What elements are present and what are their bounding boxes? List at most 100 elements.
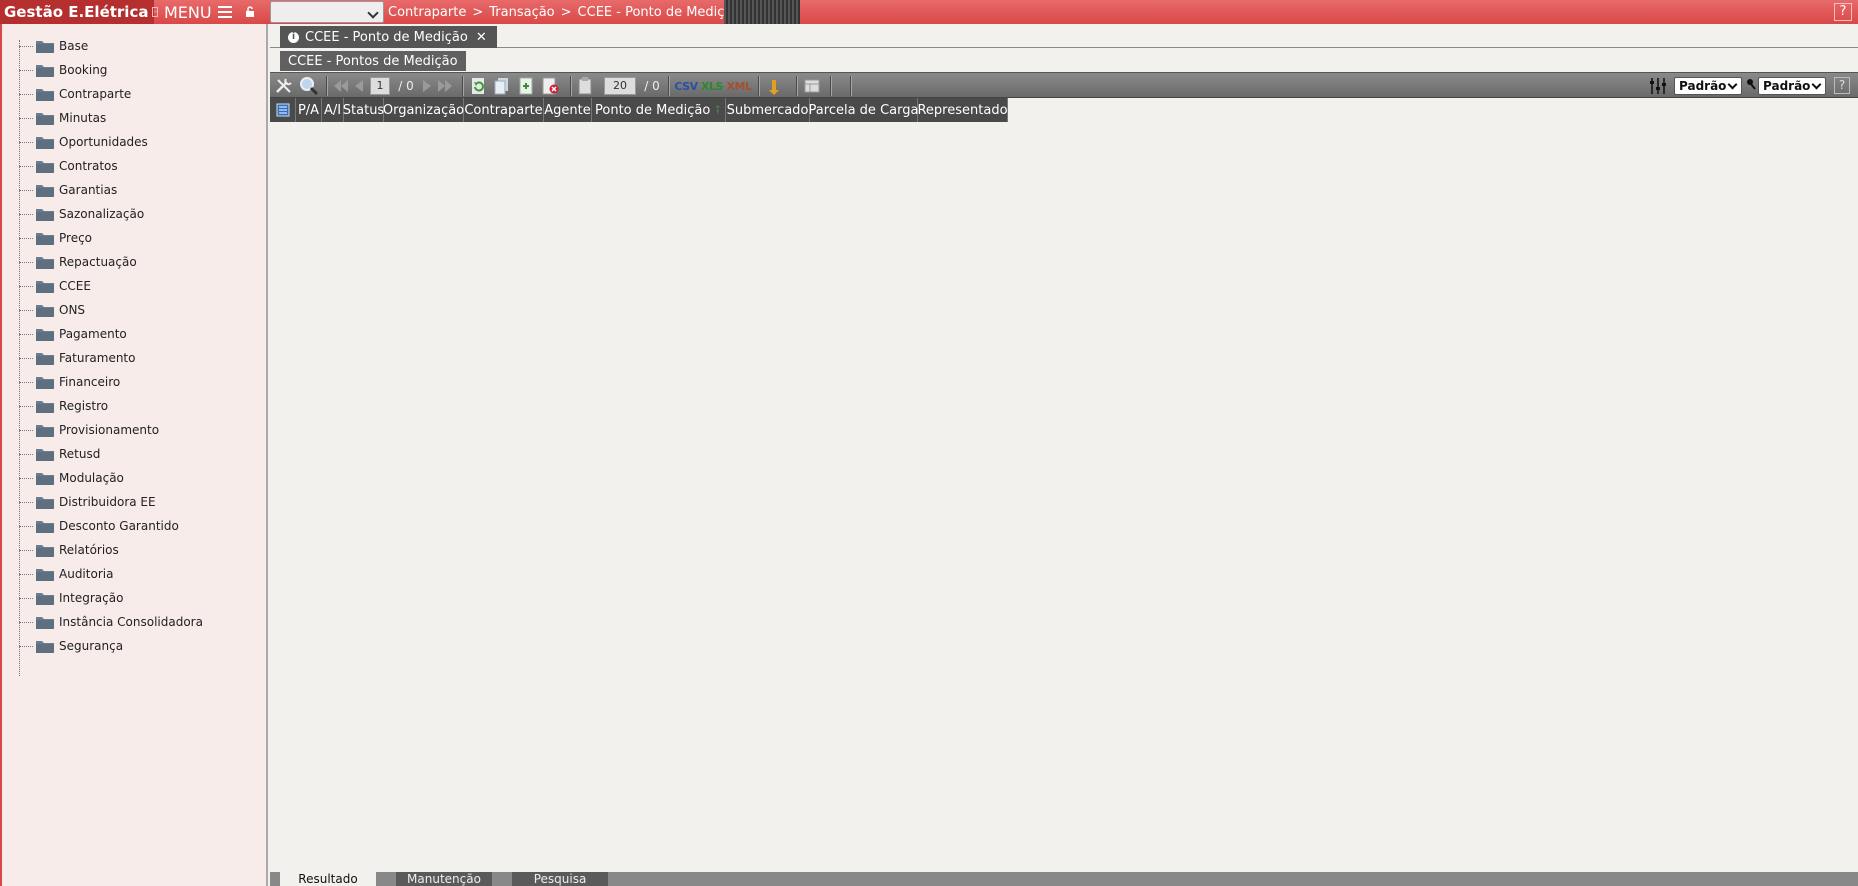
sidebar-item[interactable]: Retusd	[16, 442, 266, 466]
page-number-input[interactable]: 1	[370, 77, 390, 95]
select-all-column[interactable]	[270, 98, 296, 122]
filter-select[interactable]: Padrão	[1758, 77, 1826, 95]
breadcrumb-item[interactable]: Transação	[489, 5, 554, 20]
toolbar-divider	[326, 76, 327, 96]
sidebar-item[interactable]: Segurança	[16, 634, 266, 658]
breadcrumb-overflow[interactable]	[724, 0, 800, 24]
sidebar-item[interactable]: Garantias	[16, 178, 266, 202]
sidebar-item[interactable]: Preço	[16, 226, 266, 250]
top-bar: Gestão E.Elétrica – MENU Contraparte > T…	[0, 0, 1858, 24]
column-header[interactable]: Contraparte	[464, 98, 544, 122]
delete-record-icon[interactable]	[540, 76, 560, 96]
xml-import-icon	[769, 80, 779, 95]
column-header[interactable]: Parcela de Carga	[809, 98, 918, 122]
sidebar-item[interactable]: Registro	[16, 394, 266, 418]
breadcrumb-item[interactable]: CCEE - Ponto de Medição	[578, 5, 741, 20]
folder-icon	[36, 616, 54, 629]
sidebar-item[interactable]: Repactuação	[16, 250, 266, 274]
sidebar-item[interactable]: CCEE	[16, 274, 266, 298]
sidebar-item[interactable]: Contratos	[16, 154, 266, 178]
sidebar-item[interactable]: Sazonalização	[16, 202, 266, 226]
sidebar-item[interactable]: Integração	[16, 586, 266, 610]
xls-label: XLS	[701, 79, 723, 93]
export-xml-button[interactable]: XML	[726, 76, 752, 96]
app-brand[interactable]: Gestão E.Elétrica –	[0, 0, 159, 24]
column-header[interactable]: Agente	[544, 98, 592, 122]
tab-ponto-de-medicao[interactable]: i CCEE - Ponto de Medição ✕	[280, 26, 497, 48]
tools-icon[interactable]	[274, 76, 294, 96]
close-icon[interactable]: ✕	[476, 30, 487, 45]
folder-icon	[36, 64, 54, 77]
sidebar-item-label: Segurança	[59, 639, 124, 653]
xml-import-button[interactable]	[764, 76, 788, 96]
sidebar-item[interactable]: Contraparte	[16, 82, 266, 106]
column-header[interactable]: Organização	[383, 98, 464, 122]
subtab-pontos-de-medicao[interactable]: CCEE - Pontos de Medição	[280, 51, 466, 71]
sidebar-item[interactable]: Auditoria	[16, 562, 266, 586]
sidebar-item[interactable]: Financeiro	[16, 370, 266, 394]
sidebar-item[interactable]: Modulação	[16, 466, 266, 490]
grid-toolbar: 1 / 0 20 / 0 CSV XLS XML Padrão Padrão ?	[270, 72, 1858, 98]
sidebar-item[interactable]: ONS	[16, 298, 266, 322]
navigation-select[interactable]	[270, 1, 384, 23]
layout-icon[interactable]	[802, 76, 822, 96]
folder-icon	[36, 592, 54, 605]
document-tabs: i CCEE - Ponto de Medição ✕	[270, 24, 1858, 48]
column-header[interactable]: Status	[343, 98, 384, 122]
export-xls-button[interactable]: XLS	[700, 76, 724, 96]
export-csv-button[interactable]: CSV	[674, 76, 698, 96]
help-button[interactable]: ?	[1834, 3, 1852, 21]
folder-icon	[36, 352, 54, 365]
clipboard-icon[interactable]	[576, 76, 594, 96]
search-icon[interactable]	[298, 76, 320, 96]
sidebar-item[interactable]: Relatórios	[16, 538, 266, 562]
column-settings-icon[interactable]	[1648, 76, 1670, 96]
tab-manutencao[interactable]: Manutenção	[396, 872, 492, 886]
column-header[interactable]: P/A	[296, 98, 322, 122]
app-title: Gestão E.Elétrica	[4, 3, 149, 21]
column-header[interactable]: Representado	[917, 98, 1008, 122]
sidebar-item-label: Repactuação	[59, 255, 137, 269]
folder-icon	[36, 280, 54, 293]
sidebar-item[interactable]: Distribuidora EE	[16, 490, 266, 514]
view-select[interactable]: Padrão	[1674, 77, 1742, 95]
sidebar-item[interactable]: Minutas	[16, 106, 266, 130]
tab-resultado[interactable]: Resultado	[280, 872, 376, 886]
folder-icon	[36, 400, 54, 413]
sidebar-item-label: Distribuidora EE	[59, 495, 156, 509]
page-size-input[interactable]: 20	[604, 77, 636, 95]
sidebar-item[interactable]: Instância Consolidadora	[16, 610, 266, 634]
sidebar-item[interactable]: Provisionamento	[16, 418, 266, 442]
sidebar-item[interactable]: Faturamento	[16, 346, 266, 370]
folder-icon	[36, 328, 54, 341]
folder-icon	[36, 208, 54, 221]
sidebar-item[interactable]: Base	[16, 34, 266, 58]
column-header[interactable]: A/I	[322, 98, 344, 122]
lock-icon[interactable]	[244, 6, 256, 18]
toolbar-divider	[570, 76, 571, 96]
refresh-icon[interactable]	[468, 76, 488, 96]
breadcrumb-item[interactable]: Contraparte	[388, 5, 466, 20]
tab-label: CCEE - Ponto de Medição	[305, 29, 468, 45]
grid-help-button[interactable]: ?	[1834, 77, 1850, 94]
tab-pesquisa[interactable]: Pesquisa	[512, 872, 608, 886]
page-size-wrap: 20	[604, 76, 636, 96]
sidebar-item[interactable]: Booking	[16, 58, 266, 82]
toolbar-divider	[850, 76, 851, 96]
column-header[interactable]: Submercado	[726, 98, 810, 122]
previous-page-icon[interactable]	[352, 76, 366, 96]
sidebar-item-label: Registro	[59, 399, 109, 413]
sidebar-item[interactable]: Desconto Garantido	[16, 514, 266, 538]
sidebar-item[interactable]: Oportunidades	[16, 130, 266, 154]
column-header-sorted[interactable]: Ponto de Medição	[592, 98, 726, 122]
sidebar-item-label: Booking	[59, 63, 108, 77]
sidebar-item-label: Modulação	[59, 471, 124, 485]
copy-record-icon[interactable]	[492, 76, 512, 96]
sidebar-item[interactable]: Pagamento	[16, 322, 266, 346]
new-record-icon[interactable]	[516, 76, 536, 96]
sidebar-item-label: Preço	[59, 231, 93, 245]
last-page-icon[interactable]	[436, 76, 454, 96]
first-page-icon[interactable]	[332, 76, 350, 96]
next-page-icon[interactable]	[420, 76, 434, 96]
breadcrumb: Contraparte > Transação > CCEE - Ponto d…	[388, 0, 763, 24]
